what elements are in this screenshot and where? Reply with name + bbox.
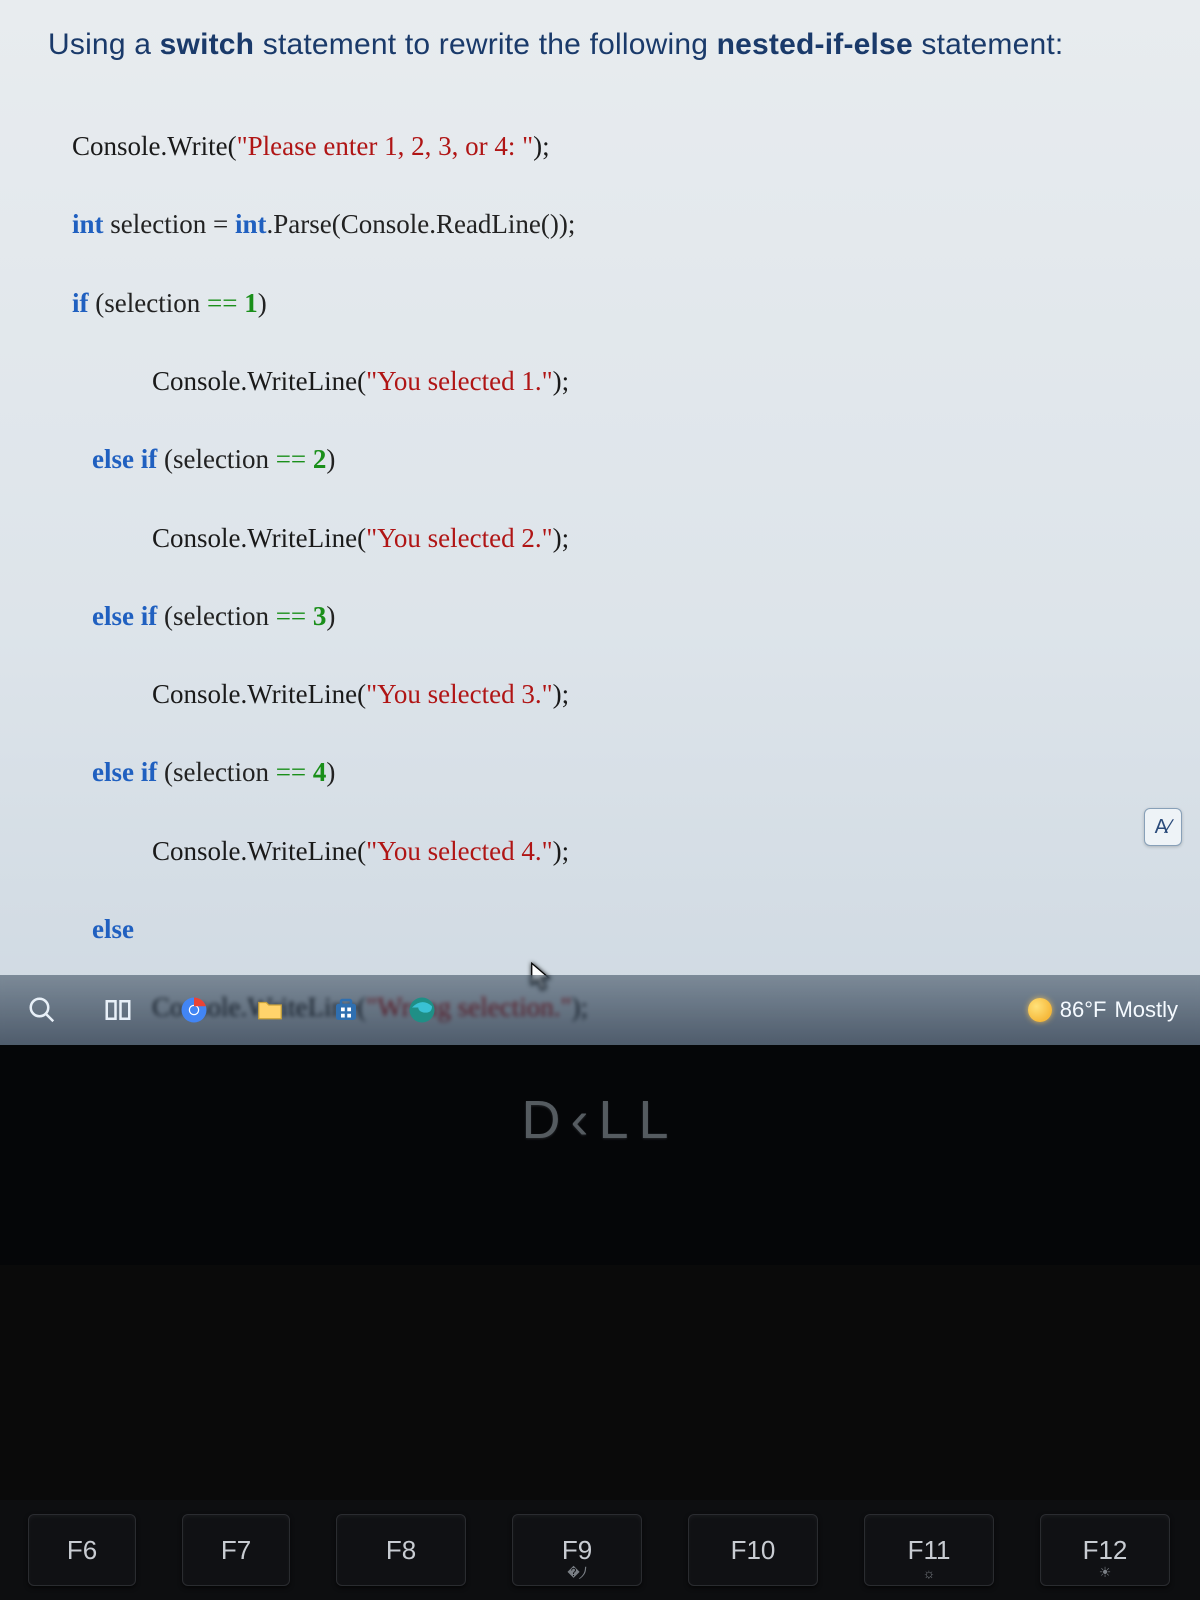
key-f10[interactable]: F10 — [688, 1514, 818, 1586]
code-keyword: else if — [92, 601, 157, 631]
code-token: ) — [326, 601, 335, 631]
code-keyword: int — [72, 209, 104, 239]
question-content: Using a switch statement to rewrite the … — [0, 0, 1200, 1045]
code-number: 3 — [313, 601, 327, 631]
weather-cond: Mostly — [1114, 997, 1178, 1023]
code-string: "You selected 2." — [366, 523, 553, 553]
code-keyword: else if — [92, 444, 157, 474]
q-keyword-switch: switch — [160, 28, 255, 61]
code-token: (selection — [89, 288, 207, 318]
weather-temp: 86°F — [1060, 997, 1107, 1023]
key-f9[interactable]: F9�⵰ — [512, 1514, 642, 1586]
code-token: Console.WriteLine( — [152, 366, 366, 396]
code-token: ); — [553, 523, 570, 553]
weather-widget[interactable]: 86°F Mostly — [1028, 997, 1178, 1023]
code-string: "You selected 1." — [366, 366, 553, 396]
file-explorer-icon[interactable] — [250, 990, 290, 1030]
code-token — [306, 757, 313, 787]
key-f8[interactable]: F8 — [336, 1514, 466, 1586]
code-token: Console.WriteLine( — [152, 836, 366, 866]
code-token: selection = — [104, 209, 235, 239]
code-op: == — [207, 288, 237, 318]
code-token: (selection — [157, 757, 275, 787]
key-f6[interactable]: F6 — [28, 1514, 136, 1586]
edge-icon[interactable] — [402, 990, 442, 1030]
q-keyword-nested: nested-if-else — [717, 28, 913, 61]
code-token: .Parse(Console.ReadLine()); — [266, 209, 575, 239]
code-block: Console.Write("Please enter 1, 2, 3, or … — [48, 88, 1166, 1045]
q-text: statement: — [913, 28, 1064, 61]
question-prompt: Using a switch statement to rewrite the … — [48, 28, 1166, 62]
code-string: "Please enter 1, 2, 3, or 4: " — [237, 131, 533, 161]
laptop-bezel: D‹LL — [0, 1045, 1200, 1265]
code-token: ) — [326, 757, 335, 787]
code-number: 2 — [313, 444, 327, 474]
code-op: == — [276, 444, 306, 474]
code-keyword: int — [235, 209, 267, 239]
code-token: ); — [553, 679, 570, 709]
code-token: Console.WriteLine( — [152, 523, 366, 553]
microsoft-store-icon[interactable] — [326, 990, 366, 1030]
code-token: ); — [553, 366, 570, 396]
code-number: 1 — [244, 288, 258, 318]
sun-icon — [1028, 998, 1052, 1022]
code-keyword: if — [72, 288, 89, 318]
code-token: Console.Write( — [72, 131, 237, 161]
search-icon[interactable] — [22, 990, 62, 1030]
task-view-icon[interactable] — [98, 990, 138, 1030]
code-op: == — [276, 601, 306, 631]
key-f12[interactable]: F12☀ — [1040, 1514, 1170, 1586]
chrome-icon[interactable] — [174, 990, 214, 1030]
screen-area: Using a switch statement to rewrite the … — [0, 0, 1200, 1045]
key-f11[interactable]: F11☼ — [864, 1514, 994, 1586]
q-text: Using a — [48, 28, 160, 61]
code-token: Console.WriteLine( — [152, 679, 366, 709]
code-token — [306, 444, 313, 474]
dell-logo: D‹LL — [521, 1089, 678, 1151]
code-token: (selection — [157, 444, 275, 474]
key-f7[interactable]: F7 — [182, 1514, 290, 1586]
code-op: == — [276, 757, 306, 787]
code-token: ); — [553, 836, 570, 866]
code-token — [306, 601, 313, 631]
code-keyword: else — [92, 914, 134, 944]
code-string: "You selected 3." — [366, 679, 553, 709]
code-token: ) — [326, 444, 335, 474]
q-text: statement to rewrite the following — [254, 28, 716, 61]
code-token: ); — [533, 131, 550, 161]
code-token: ) — [258, 288, 267, 318]
pen-icon: A∕ — [1155, 816, 1172, 839]
keyboard-fn-row: F6 F7 F8 F9�⵰ F10 F11☼ F12☀ PrtScr — [0, 1500, 1200, 1600]
pen-annotation-button[interactable]: A∕ — [1144, 808, 1182, 846]
code-token: (selection — [157, 601, 275, 631]
code-number: 4 — [313, 757, 327, 787]
windows-taskbar[interactable]: 86°F Mostly — [0, 975, 1200, 1045]
code-keyword: else if — [92, 757, 157, 787]
code-string: "You selected 4." — [366, 836, 553, 866]
